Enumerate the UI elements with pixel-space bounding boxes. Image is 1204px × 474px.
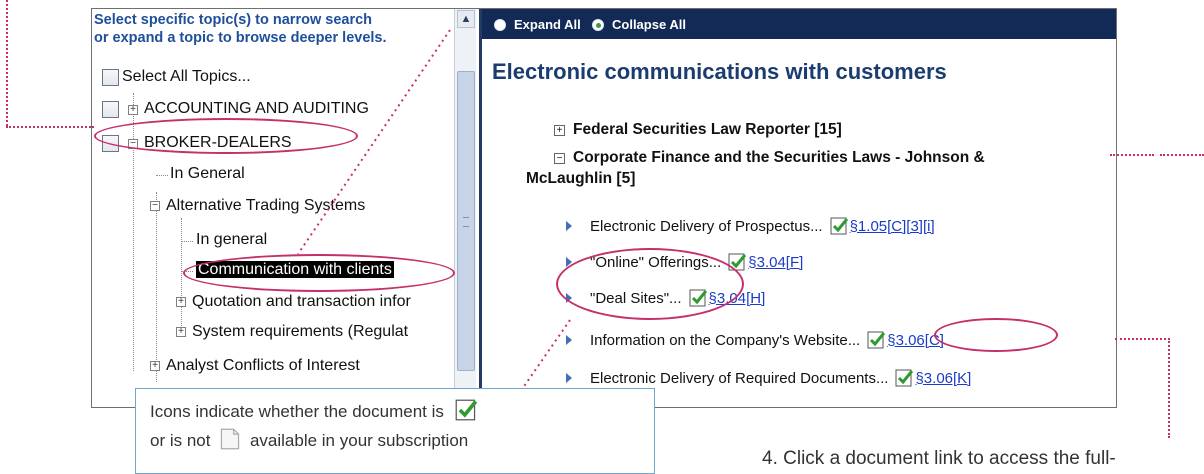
expand-all-option[interactable]: Expand All	[494, 17, 581, 32]
tree-label: Select All Topics...	[122, 68, 251, 85]
result-item[interactable]: Electronic Delivery of Prospectus... §1.…	[566, 217, 935, 235]
result-label: Information on the Company's Website...	[590, 331, 861, 349]
section-corporate[interactable]: − Corporate Finance and the Securities La…	[526, 147, 1114, 189]
tree-guide-line	[181, 241, 193, 242]
available-doc-icon	[455, 399, 477, 421]
expand-plus-icon[interactable]: +	[176, 327, 186, 337]
section-label: Federal Securities Law Reporter [15]	[573, 121, 842, 138]
collapse-minus-icon[interactable]: −	[554, 153, 565, 164]
result-item[interactable]: Information on the Company's Website... …	[566, 331, 944, 349]
section-federal[interactable]: + Federal Securities Law Reporter [15]	[554, 121, 842, 139]
annotation-leader	[1160, 154, 1204, 156]
collapse-minus-icon[interactable]: −	[150, 201, 160, 211]
document-link[interactable]: §1.05[C][3][i]	[850, 218, 935, 235]
section-label: Corporate Finance and the Securities Law…	[573, 149, 985, 166]
collapse-all-option[interactable]: Collapse All	[592, 17, 686, 32]
annotation-leader	[6, 126, 94, 128]
tree-guide-line	[156, 192, 157, 382]
tree-item-in-general[interactable]: In General	[170, 165, 245, 183]
annotation-ellipse-results	[556, 248, 744, 320]
results-toolbar: Expand All Collapse All	[482, 9, 1116, 39]
tree-label: System requirements (Regulat	[192, 323, 409, 340]
available-doc-icon	[830, 217, 848, 235]
radio-selected-icon[interactable]	[592, 18, 604, 31]
expand-plus-icon[interactable]: +	[150, 361, 160, 371]
tree-label: Quotation and transaction infor	[192, 293, 411, 310]
section-label-cont: McLaughlin [5]	[526, 170, 636, 187]
result-item[interactable]: Electronic Delivery of Required Document…	[566, 369, 971, 387]
available-doc-icon	[895, 369, 914, 387]
tree-label: Analyst Conflicts of Interest	[166, 357, 360, 374]
result-label: Electronic Delivery of Prospectus...	[590, 217, 823, 235]
tree-guide-line	[181, 218, 182, 326]
page-title: Electronic communications with customers	[492, 59, 947, 84]
callout-line1: Icons indicate whether the document is	[150, 397, 640, 426]
callout-text: Icons indicate whether the document is	[150, 402, 444, 421]
annotation-ellipse-link	[934, 318, 1058, 352]
checkbox[interactable]	[102, 101, 119, 118]
available-doc-icon	[867, 331, 886, 349]
collapse-all-label: Collapse All	[612, 17, 686, 32]
expand-plus-icon[interactable]: +	[554, 125, 565, 136]
tree-guide-line	[156, 175, 168, 176]
tree-label: In General	[170, 165, 245, 182]
callout-line2: or is not available in your subscription	[150, 426, 640, 455]
annotation-leader	[1115, 338, 1170, 340]
radio-icon[interactable]	[494, 18, 506, 31]
step-note: 4. Click a document link to access the f…	[762, 448, 1116, 469]
annotation-leader	[1110, 154, 1154, 156]
expand-plus-icon[interactable]: +	[176, 297, 186, 307]
bullet-icon	[566, 221, 572, 231]
result-label: Electronic Delivery of Required Document…	[590, 369, 889, 387]
annotation-leader	[297, 29, 451, 255]
annotation-leader	[1168, 338, 1170, 438]
expand-all-label: Expand All	[514, 17, 581, 32]
legend-callout: Icons indicate whether the document is o…	[135, 388, 655, 474]
callout-text: or is not	[150, 431, 211, 450]
document-link[interactable]: §3.06[K]	[915, 370, 971, 387]
annotation-leader	[6, 0, 8, 126]
unavailable-doc-icon	[221, 428, 240, 450]
expand-plus-icon[interactable]: +	[128, 105, 138, 115]
checkbox[interactable]	[102, 69, 119, 86]
callout-text: available in your subscription	[249, 431, 469, 450]
document-link[interactable]: §3.04[F]	[748, 254, 803, 271]
